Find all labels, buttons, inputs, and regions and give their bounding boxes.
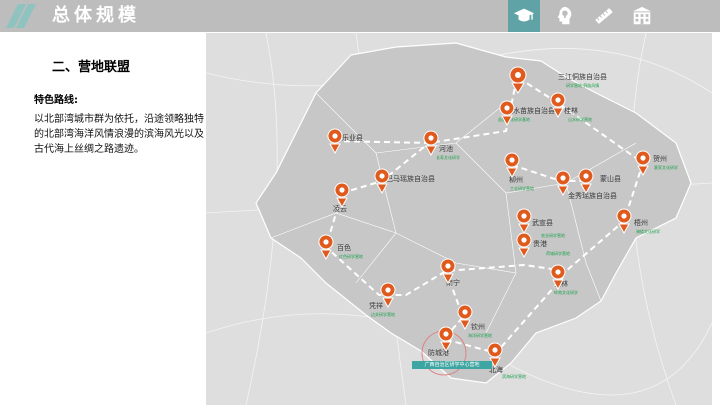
svg-text:农业研学营地: 农业研学营地 (541, 232, 565, 238)
svg-text:研学营地·侗族风情: 研学营地·侗族风情 (566, 82, 599, 88)
guangxi-map[interactable]: 三江侗族自治县 融水苗族自治县 桂林 乐业县 河池 柳州 贺州 巴马瑶族自治县 … (206, 33, 712, 405)
svg-text:长寿文化研学: 长寿文化研学 (436, 154, 460, 160)
svg-text:蒙山县: 蒙山县 (600, 174, 621, 183)
svg-text:钦州: 钦州 (471, 322, 485, 331)
svg-text:客家文化研学: 客家文化研学 (654, 164, 678, 170)
svg-text:凭祥: 凭祥 (369, 301, 383, 310)
svg-text:梧州: 梧州 (634, 218, 648, 227)
svg-text:武宣县: 武宣县 (532, 218, 553, 227)
svg-text:贵港: 贵港 (533, 239, 547, 248)
section-title: 二、营地联盟 (52, 60, 131, 75)
svg-text:河池: 河池 (439, 144, 453, 153)
top-bar: 总体规模 (0, 0, 720, 32)
ruler-pencil-icon (595, 8, 613, 24)
head-lightbulb-icon (557, 6, 572, 25)
svg-text:贺州: 贺州 (653, 154, 667, 163)
svg-text:边关研学营地: 边关研学营地 (371, 311, 395, 317)
route-label: 特色路线: (34, 95, 78, 106)
center-banner: 广西自治区研学中心营地 (412, 361, 492, 369)
svg-text:海洋研学营地: 海洋研学营地 (468, 332, 492, 338)
nav-graduation-button[interactable] (508, 0, 540, 32)
school-building-icon (632, 6, 652, 25)
nav-school-button[interactable] (626, 0, 658, 32)
svg-text:荷城研学营地: 荷城研学营地 (546, 250, 570, 256)
page-title: 总体规模 (52, 5, 140, 26)
nav-idea-button[interactable] (548, 0, 580, 32)
graduation-cap-icon (513, 8, 535, 22)
slash-logo-icon (6, 4, 36, 28)
svg-text:金秀瑶族自治县: 金秀瑶族自治县 (568, 191, 617, 200)
svg-text:巴马瑶族自治县: 巴马瑶族自治县 (386, 174, 435, 183)
svg-text:桂林: 桂林 (564, 106, 578, 115)
map-canvas: 三江侗族自治县 融水苗族自治县 桂林 乐业县 河池 柳州 贺州 巴马瑶族自治县 … (206, 33, 712, 405)
svg-text:百色: 百色 (337, 243, 351, 252)
svg-text:工业研学营地: 工业研学营地 (510, 185, 534, 191)
svg-text:乐业县: 乐业县 (342, 133, 363, 142)
route-description: 以北部湾城市群为依托，沿途领略独特的北部湾海洋风情浪漫的滨海风光以及古代海上丝绸… (34, 114, 204, 155)
svg-text:红色研学营地: 红色研学营地 (339, 253, 363, 259)
svg-text:三江侗族自治县: 三江侗族自治县 (558, 72, 607, 81)
svg-text:滨海研学营地: 滨海研学营地 (502, 373, 526, 379)
svg-text:凌云: 凌云 (333, 204, 347, 213)
nav-tools-button[interactable] (588, 0, 620, 32)
svg-text:岭南文化研学: 岭南文化研学 (554, 289, 578, 295)
svg-text:山水研学营地: 山水研学营地 (568, 116, 592, 122)
svg-text:骑楼文化研学: 骑楼文化研学 (636, 228, 660, 234)
